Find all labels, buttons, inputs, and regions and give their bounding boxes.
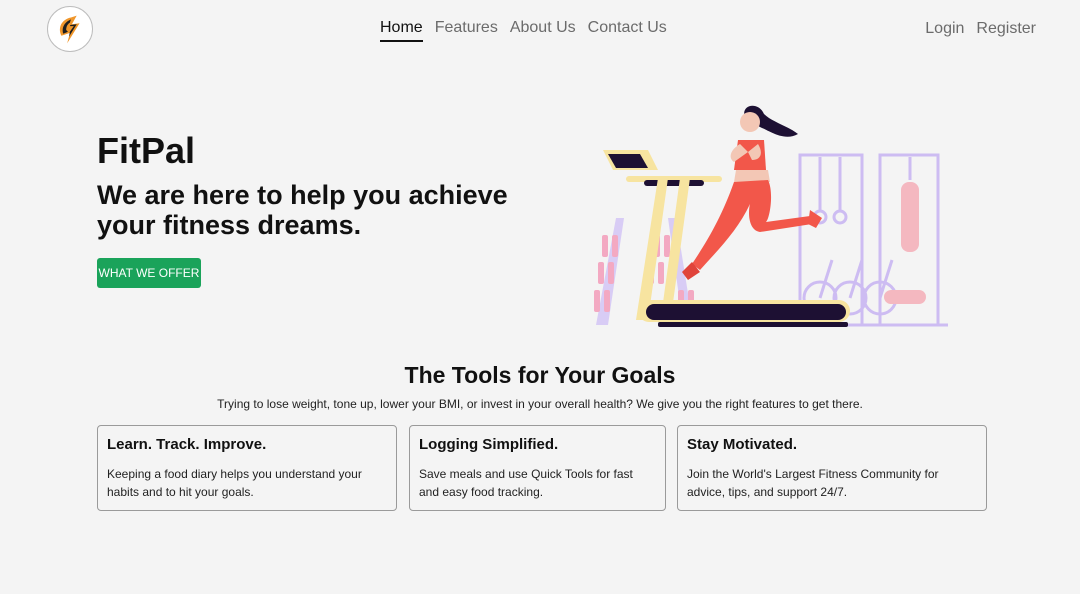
hero-subtitle: We are here to help you achieve your fit… (97, 180, 508, 240)
tools-section-description: Trying to lose weight, tone up, lower yo… (217, 397, 863, 411)
feature-card-text: Join the World's Largest Fitness Communi… (687, 467, 939, 499)
landing-page: Home Features About Us Contact Us Login … (0, 0, 1080, 594)
lightning-bolt-icon (48, 7, 92, 51)
brand-title: FitPal (97, 130, 196, 171)
feature-card: Logging Simplified. Save meals and use Q… (409, 425, 666, 511)
treadmill-runner-illustration (594, 105, 948, 327)
feature-card: Stay Motivated. Join the World's Largest… (677, 425, 987, 511)
feature-card-title: Stay Motivated. (687, 436, 798, 453)
login-link[interactable]: Login (925, 20, 964, 38)
nav-features[interactable]: Features (435, 19, 498, 42)
logo-icon[interactable] (47, 6, 93, 52)
nav-contact-us[interactable]: Contact Us (588, 19, 667, 42)
tools-section-title: The Tools for Your Goals (404, 362, 676, 388)
register-link[interactable]: Register (976, 20, 1036, 38)
feature-card-text: Keeping a food diary helps you understan… (107, 467, 362, 499)
punching-bag-illustration (901, 182, 919, 252)
feature-card-text: Save meals and use Quick Tools for fast … (419, 467, 633, 499)
feature-card-title: Logging Simplified. (419, 436, 559, 453)
what-we-offer-button[interactable]: WHAT WE OFFER (97, 258, 201, 288)
feature-card-title: Learn. Track. Improve. (107, 436, 267, 453)
nav-home[interactable]: Home (380, 19, 423, 42)
auth-links: Login Register (925, 20, 1036, 38)
feature-card: Learn. Track. Improve. Keeping a food di… (97, 425, 397, 511)
nav-about-us[interactable]: About Us (510, 19, 576, 42)
main-nav: Home Features About Us Contact Us (380, 19, 667, 42)
